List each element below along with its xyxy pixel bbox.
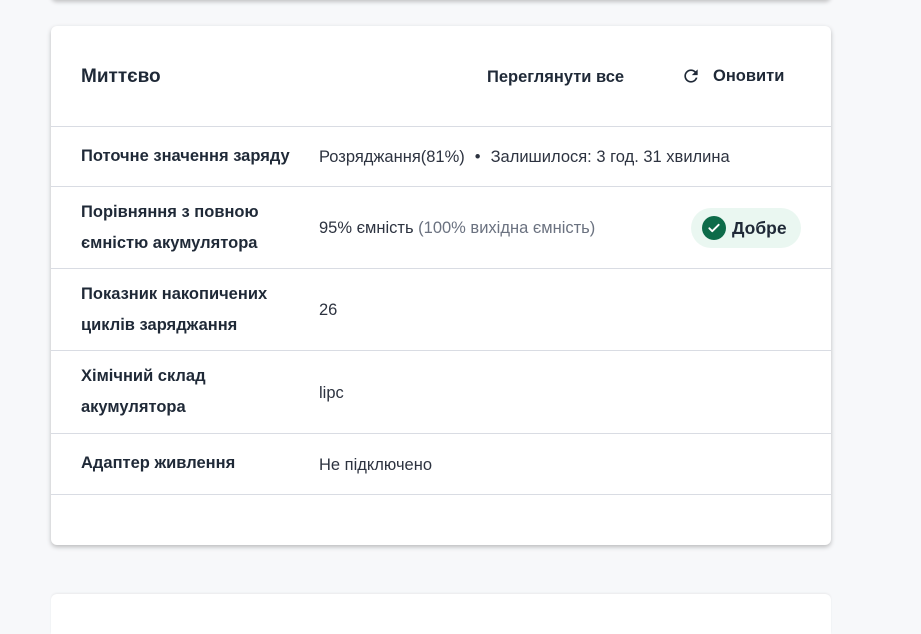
capacity-detail: (100% вихідна ємність) — [418, 219, 596, 237]
charge-value: Розряджання(81%) • Залишилося: 3 год. 31 х… — [319, 148, 730, 167]
chemistry-row: Хімічний склад акумулятора lipc — [51, 351, 831, 434]
cycles-value: 26 — [319, 301, 338, 319]
refresh-button[interactable]: Оновити — [681, 66, 784, 86]
adapter-value: Не підключено — [319, 456, 433, 474]
capacity-percent: 95% ємність — [319, 219, 414, 237]
battery-info-card: Миттєво Переглянути все Оновити Поточне … — [51, 26, 831, 545]
capacity-row: Порівняння з повною ємністю акумулятора … — [51, 187, 831, 269]
card-header: Миттєво Переглянути все Оновити — [51, 26, 831, 127]
refresh-label: Оновити — [713, 66, 785, 85]
chemistry-label: Хімічний склад акумулятора — [81, 367, 206, 416]
bullet-separator: • — [474, 148, 481, 166]
charge-status: Розряджання(81%) — [319, 148, 465, 166]
capacity-label: Порівняння з повною ємністю акумулятора — [81, 203, 259, 252]
check-circle-icon — [702, 216, 726, 240]
health-status-label: Добре — [732, 217, 787, 238]
adapter-row: Адаптер живлення Не підключено — [51, 434, 831, 495]
chemistry-value: lipc — [319, 384, 344, 402]
health-status-badge: Добре — [691, 208, 801, 248]
charge-row: Поточне значення заряду Розряджання(81%)… — [51, 127, 831, 187]
cycles-row: Показник накопичених циклів заряджання 2… — [51, 269, 831, 351]
card-title: Миттєво — [81, 66, 161, 87]
capacity-value: 95% ємність (100% вихідна ємність) — [319, 219, 595, 238]
next-card — [51, 594, 831, 634]
cycles-label: Показник накопичених циклів заряджання — [81, 285, 268, 334]
charge-label: Поточне значення заряду — [81, 147, 290, 165]
charge-remaining: Залишилося: 3 год. 31 хвилина — [490, 148, 730, 166]
view-all-button[interactable]: Переглянути все — [487, 68, 624, 87]
refresh-icon — [681, 66, 701, 86]
adapter-label: Адаптер живлення — [81, 454, 236, 472]
